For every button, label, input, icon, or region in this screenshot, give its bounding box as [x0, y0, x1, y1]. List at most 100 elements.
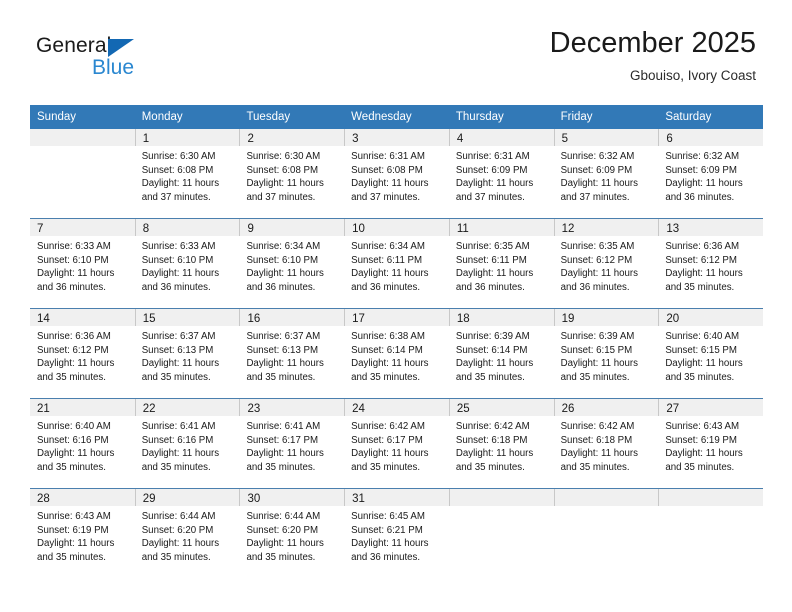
daylight-line: Daylight: 11 hours — [141, 538, 220, 550]
day-cell[interactable]: 21 Sunrise: 6:40 AM Sunset: 6:16 PM Dayligh… — [30, 399, 135, 488]
daylight-line: Daylight: 11 hours — [37, 448, 115, 460]
day-cell[interactable]: 10 Sunrise: 6:34 AM Sunset: 6:11 PM Dayligh… — [344, 219, 449, 308]
sunset-line: Sunset: 6:08 PM — [351, 164, 423, 176]
day-cell[interactable]: 23 Sunrise: 6:41 AM Sunset: 6:17 PM Dayligh… — [239, 399, 345, 488]
day-cell[interactable]: 7 Sunrise: 6:33 AM Sunset: 6:10 PM Daylight… — [30, 219, 135, 308]
sunrise-line: Sunrise: 6:32 AM — [560, 151, 635, 162]
daylight-line-2: and 36 minutes. — [560, 281, 630, 293]
daylight-line-2: and 37 minutes. — [141, 191, 211, 203]
day-detail-block: Sunrise: 6:30 AM Sunset: 6:08 PM Daylight:… — [239, 146, 344, 204]
sunset-line: Sunset: 6:20 PM — [246, 524, 319, 536]
daylight-line: Daylight: 11 hours — [665, 268, 743, 280]
day-cell[interactable]: 2 Sunrise: 6:30 AM Sunset: 6:08 PM Daylight… — [239, 129, 345, 218]
daylight-line-2: and 35 minutes. — [37, 371, 106, 383]
day-cell[interactable]: 6 Sunrise: 6:32 AM Sunset: 6:09 PM Daylight… — [658, 129, 764, 218]
day-cell[interactable]: 24 Sunrise: 6:42 AM Sunset: 6:17 PM Dayligh… — [344, 399, 449, 488]
day-detail-block — [449, 506, 554, 510]
daylight-line: Daylight: 11 hours — [665, 358, 743, 370]
brand-name-blue: Blue — [92, 56, 135, 79]
sunset-line: Sunset: 6:12 PM — [560, 254, 633, 266]
day-cell[interactable]: 25 Sunrise: 6:42 AM Sunset: 6:18 PM Dayligh… — [448, 399, 554, 488]
day-detail-block: Sunrise: 6:35 AM Sunset: 6:12 PM Daylight:… — [554, 236, 659, 294]
day-detail-block: Sunrise: 6:31 AM Sunset: 6:08 PM Daylight:… — [344, 146, 449, 204]
daylight-line: Daylight: 11 hours — [141, 178, 220, 190]
sunset-line: Sunset: 6:21 PM — [351, 524, 423, 536]
day-cell[interactable]: 22 Sunrise: 6:41 AM Sunset: 6:16 PM Dayligh… — [134, 399, 240, 488]
sunrise-line: Sunrise: 6:32 AM — [665, 151, 740, 162]
day-number-band: 13 — [658, 219, 764, 236]
day-cell[interactable]: 3 Sunrise: 6:31 AM Sunset: 6:08 PM Daylight… — [344, 129, 449, 218]
day-number-band: 31 — [344, 489, 449, 506]
day-detail-block: Sunrise: 6:44 AM Sunset: 6:20 PM Daylight:… — [135, 506, 240, 564]
sunset-line: Sunset: 6:10 PM — [246, 254, 319, 266]
day-number: 14 — [37, 313, 50, 325]
day-number-band: 30 — [239, 489, 345, 506]
day-cell[interactable]: 30 Sunrise: 6:44 AM Sunset: 6:20 PM Dayligh… — [239, 489, 345, 578]
day-number: 2 — [247, 133, 254, 145]
sunrise-line: Sunrise: 6:44 AM — [141, 511, 216, 522]
triangle-icon — [108, 39, 134, 57]
daylight-line: Daylight: 11 hours — [560, 448, 638, 460]
day-number-band: 22 — [134, 399, 240, 416]
day-number: 20 — [666, 313, 680, 325]
day-number: 10 — [352, 223, 365, 235]
daylight-line: Daylight: 11 hours — [141, 358, 220, 370]
daylight-line-2: and 36 minutes. — [665, 191, 735, 203]
daylight-line-2: and 35 minutes. — [37, 461, 106, 473]
sunset-line: Sunset: 6:08 PM — [141, 164, 214, 176]
daylight-line-2: and 35 minutes. — [560, 461, 630, 473]
day-number: 3 — [352, 133, 359, 145]
day-number: 23 — [247, 403, 261, 415]
day-cell[interactable]: 20 Sunrise: 6:40 AM Sunset: 6:15 PM Dayligh… — [658, 309, 764, 398]
daylight-line: Daylight: 11 hours — [351, 538, 429, 550]
day-number: 15 — [142, 313, 156, 325]
sunset-line: Sunset: 6:14 PM — [455, 344, 528, 356]
day-cell[interactable]: 28 Sunrise: 6:43 AM Sunset: 6:19 PM Dayligh… — [30, 489, 135, 578]
day-cell[interactable]: 13 Sunrise: 6:36 AM Sunset: 6:12 PM Dayligh… — [658, 219, 764, 308]
day-cell[interactable]: 29 Sunrise: 6:44 AM Sunset: 6:20 PM Dayligh… — [134, 489, 240, 578]
day-cell[interactable]: 9 Sunrise: 6:34 AM Sunset: 6:10 PM Daylight… — [239, 219, 345, 308]
day-cell[interactable]: 14 Sunrise: 6:36 AM Sunset: 6:12 PM Dayligh… — [30, 309, 135, 398]
day-cell[interactable]: 19 Sunrise: 6:39 AM Sunset: 6:15 PM Dayligh… — [553, 309, 659, 398]
day-cell[interactable]: 27 Sunrise: 6:43 AM Sunset: 6:19 PM Dayligh… — [658, 399, 764, 488]
sunset-line: Sunset: 6:14 PM — [351, 344, 423, 356]
calendar-weeks: 1 Sunrise: 6:30 AM Sunset: 6:08 PM Daylight… — [30, 129, 764, 578]
daylight-line-2: and 36 minutes. — [455, 281, 525, 293]
page-title: December 2025 — [549, 27, 756, 59]
sunset-line: Sunset: 6:19 PM — [37, 524, 109, 536]
day-cell[interactable]: 12 Sunrise: 6:35 AM Sunset: 6:12 PM Dayligh… — [553, 219, 659, 308]
brand-logo[interactable]: General Blue — [36, 34, 236, 90]
day-number: 26 — [561, 403, 575, 415]
sunset-line: Sunset: 6:15 PM — [560, 344, 633, 356]
daylight-line: Daylight: 11 hours — [351, 358, 429, 370]
day-cell[interactable]: 8 Sunrise: 6:33 AM Sunset: 6:10 PM Daylight… — [134, 219, 240, 308]
day-cell[interactable]: 11 Sunrise: 6:35 AM Sunset: 6:11 PM Dayligh… — [448, 219, 554, 308]
day-cell[interactable]: 17 Sunrise: 6:38 AM Sunset: 6:14 PM Dayligh… — [344, 309, 449, 398]
day-number-band: 28 — [30, 489, 135, 506]
daylight-line: Daylight: 11 hours — [665, 178, 743, 190]
sunrise-line: Sunrise: 6:33 AM — [37, 241, 111, 252]
daylight-line: Daylight: 11 hours — [37, 538, 115, 550]
day-cell[interactable]: 18 Sunrise: 6:39 AM Sunset: 6:14 PM Dayligh… — [448, 309, 554, 398]
day-cell[interactable]: 16 Sunrise: 6:37 AM Sunset: 6:13 PM Dayligh… — [239, 309, 345, 398]
day-cell[interactable]: 5 Sunrise: 6:32 AM Sunset: 6:09 PM Daylight… — [553, 129, 659, 218]
weekday-header-row: Sunday Monday Tuesday Wednesday Thursday Frid… — [30, 105, 763, 129]
day-detail-block: Sunrise: 6:42 AM Sunset: 6:17 PM Daylight:… — [344, 416, 449, 474]
day-cell-empty — [30, 129, 135, 218]
day-number-band: 1 — [134, 129, 240, 146]
daylight-line: Daylight: 11 hours — [246, 358, 324, 370]
day-detail-block: Sunrise: 6:37 AM Sunset: 6:13 PM Daylight:… — [239, 326, 344, 384]
sunrise-line: Sunrise: 6:40 AM — [37, 421, 111, 432]
day-cell[interactable]: 31 Sunrise: 6:45 AM Sunset: 6:21 PM Dayligh… — [344, 489, 449, 578]
day-cell[interactable]: 15 Sunrise: 6:37 AM Sunset: 6:13 PM Dayligh… — [134, 309, 240, 398]
sunrise-line: Sunrise: 6:34 AM — [246, 241, 321, 252]
daylight-line: Daylight: 11 hours — [351, 448, 429, 460]
day-cell[interactable]: 26 Sunrise: 6:42 AM Sunset: 6:18 PM Dayligh… — [553, 399, 659, 488]
daylight-line: Daylight: 11 hours — [455, 358, 534, 370]
sunrise-line: Sunrise: 6:42 AM — [560, 421, 635, 432]
sunset-line: Sunset: 6:18 PM — [455, 434, 528, 446]
weekday-header-friday: Friday — [560, 111, 593, 123]
day-cell[interactable]: 1 Sunrise: 6:30 AM Sunset: 6:08 PM Daylight… — [134, 129, 240, 218]
day-cell[interactable]: 4 Sunrise: 6:31 AM Sunset: 6:09 PM Daylight… — [448, 129, 554, 218]
day-number: 30 — [247, 493, 261, 505]
